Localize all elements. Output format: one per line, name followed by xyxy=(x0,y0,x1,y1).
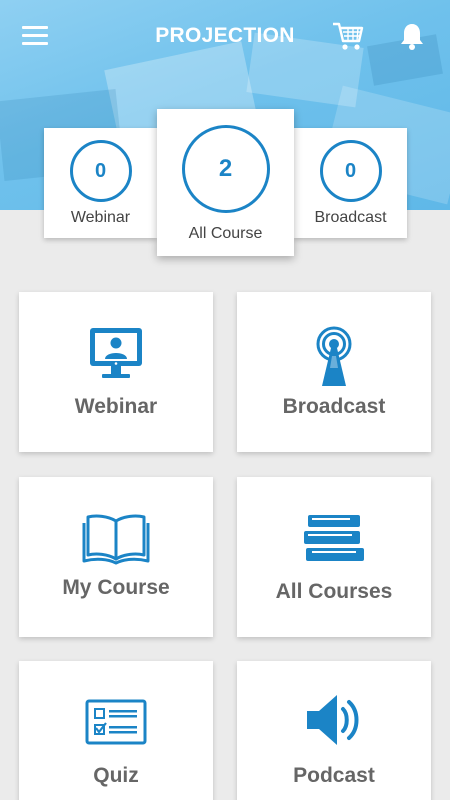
stat-broadcast[interactable]: 0 Broadcast xyxy=(294,128,407,238)
tile-all-courses-label: All Courses xyxy=(275,580,393,603)
tile-webinar-label: Webinar xyxy=(74,395,158,418)
tile-my-course-label: My Course xyxy=(62,576,170,599)
webinar-count: 0 xyxy=(69,140,132,202)
tile-quiz-label: Quiz xyxy=(93,764,139,787)
tile-podcast-label: Podcast xyxy=(293,764,375,787)
quiz-card-icon xyxy=(19,699,213,759)
open-book-icon xyxy=(19,511,213,571)
top-bar: PROJECTION xyxy=(0,0,450,72)
tile-quiz[interactable]: Quiz xyxy=(19,661,213,800)
tile-podcast[interactable]: Podcast xyxy=(237,661,431,800)
tile-webinar[interactable]: Webinar xyxy=(19,292,213,452)
book-stack-icon xyxy=(237,513,431,573)
tile-broadcast[interactable]: Broadcast xyxy=(237,292,431,452)
app-title: PROJECTION xyxy=(155,24,295,47)
broadcast-stat-label: Broadcast xyxy=(314,209,387,226)
broadcast-count: 0 xyxy=(319,140,382,202)
all-course-stat-label: All Course xyxy=(188,225,263,242)
stat-webinar[interactable]: 0 Webinar xyxy=(44,128,157,238)
bell-icon[interactable] xyxy=(399,22,425,50)
speaker-icon xyxy=(237,691,431,751)
monitor-user-icon xyxy=(19,326,213,386)
tile-all-courses[interactable]: All Courses xyxy=(237,477,431,637)
webinar-stat-label: Webinar xyxy=(70,209,131,226)
all-course-count: 2 xyxy=(181,125,270,213)
broadcast-antenna-icon xyxy=(237,326,431,386)
stat-all-course[interactable]: 2 All Course xyxy=(157,109,294,256)
tile-my-course[interactable]: My Course xyxy=(19,477,213,637)
cart-icon[interactable] xyxy=(331,20,365,52)
tile-broadcast-label: Broadcast xyxy=(282,395,386,418)
